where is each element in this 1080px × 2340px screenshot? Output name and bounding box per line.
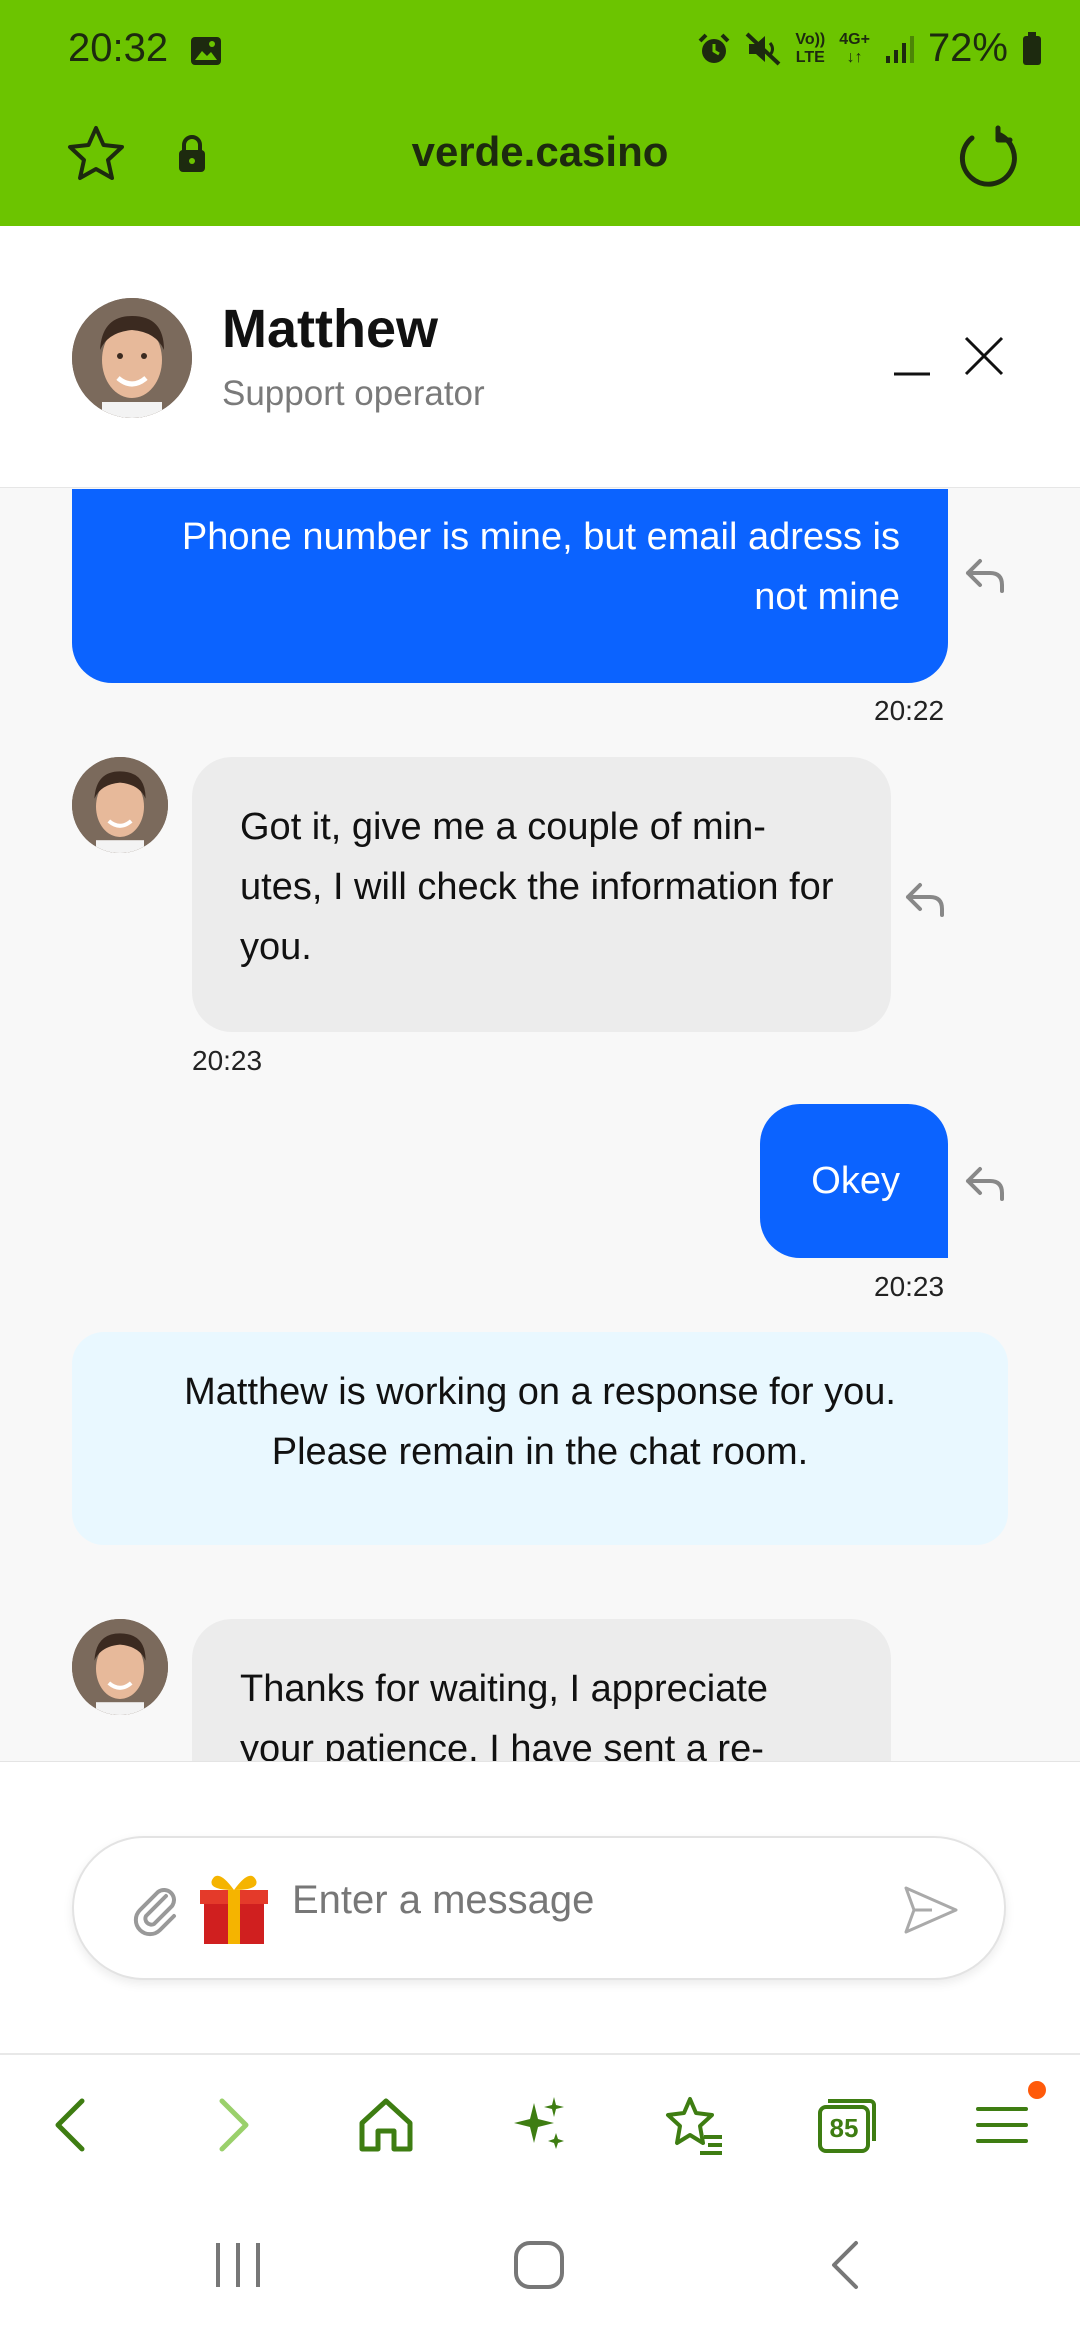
message-time: 20:23 bbox=[192, 1045, 263, 1076]
operator-photo bbox=[72, 757, 168, 853]
status-time: 20:32 bbox=[68, 26, 169, 70]
operator-message: Got it, give me a couple of min-utes, I … bbox=[192, 757, 891, 1032]
send-icon[interactable] bbox=[902, 1882, 960, 1938]
system-notice-text: Matthew is working on a response for you… bbox=[184, 1371, 896, 1473]
volte-icon: Vo)) LTE bbox=[795, 31, 825, 67]
message-composer: Enter a message bbox=[0, 1761, 1080, 2053]
forward-icon[interactable] bbox=[198, 2093, 262, 2157]
operator-avatar-small bbox=[72, 757, 168, 853]
operator-photo bbox=[72, 298, 192, 418]
user-message: Okey bbox=[760, 1104, 948, 1258]
message-time: 20:23 bbox=[874, 1271, 945, 1302]
minimize-icon[interactable] bbox=[892, 354, 932, 394]
reload-icon[interactable] bbox=[954, 124, 1018, 188]
signal-icon bbox=[885, 35, 914, 63]
reply-icon[interactable] bbox=[904, 877, 948, 921]
operator-message: Thanks for waiting, I appreciate your pa… bbox=[192, 1619, 891, 1761]
url-bar: verde.casino bbox=[0, 110, 1080, 210]
home-icon[interactable] bbox=[354, 2093, 418, 2157]
system-nav-bar bbox=[0, 2193, 1080, 2340]
attachment-icon[interactable] bbox=[128, 1882, 184, 1938]
reply-icon[interactable] bbox=[964, 1161, 1008, 1205]
reply-icon[interactable] bbox=[964, 553, 1008, 597]
home-button-icon[interactable] bbox=[512, 2237, 568, 2293]
close-icon[interactable] bbox=[962, 334, 1006, 378]
operator-avatar bbox=[72, 298, 192, 418]
chat-header: Matthew Support operator bbox=[0, 226, 1080, 488]
tabs-button[interactable]: 85 bbox=[814, 2093, 878, 2157]
tabs-count: 85 bbox=[829, 2113, 859, 2143]
operator-name: Matthew bbox=[222, 299, 438, 359]
operator-photo bbox=[72, 1619, 168, 1715]
recent-apps-icon[interactable] bbox=[210, 2237, 266, 2293]
message-placeholder[interactable]: Enter a message bbox=[292, 1878, 594, 1923]
sparkle-icon[interactable] bbox=[508, 2093, 572, 2157]
message-text: Okey bbox=[811, 1160, 900, 1202]
mute-icon bbox=[745, 32, 781, 65]
message-time: 20:22 bbox=[874, 695, 945, 726]
browser-top-bar: 20:32 Vo)) LTE 4G+ ↓↑ 72% verde.casino bbox=[0, 0, 1080, 226]
gallery-notification-icon bbox=[191, 37, 221, 65]
status-indicators: Vo)) LTE 4G+ ↓↑ 72% bbox=[697, 26, 1042, 71]
network-type-icon: 4G+ ↓↑ bbox=[839, 31, 870, 67]
battery-icon bbox=[1023, 31, 1041, 65]
system-back-icon[interactable] bbox=[820, 2237, 876, 2293]
bookmarks-icon[interactable] bbox=[662, 2093, 726, 2157]
battery-percent: 72% bbox=[927, 26, 1008, 70]
screen: 20:32 Vo)) LTE 4G+ ↓↑ 72% verde.casino M… bbox=[0, 0, 1080, 2340]
system-notice: Matthew is working on a response for you… bbox=[72, 1332, 1008, 1545]
message-text: Phone number is mine, but email adress i… bbox=[181, 516, 900, 618]
gift-icon[interactable] bbox=[198, 1868, 270, 1948]
message-input[interactable]: Enter a message bbox=[72, 1836, 1006, 1980]
notification-dot bbox=[1028, 2081, 1046, 2099]
browser-bottom-bar: 85 bbox=[0, 2053, 1080, 2193]
status-bar: 20:32 Vo)) LTE 4G+ ↓↑ 72% bbox=[0, 0, 1080, 100]
operator-avatar-small bbox=[72, 1619, 168, 1715]
data-arrows-icon: ↓↑ bbox=[846, 48, 863, 66]
alarm-icon bbox=[698, 33, 730, 63]
url-text[interactable]: verde.casino bbox=[0, 128, 1080, 176]
message-text: Thanks for waiting, I appreciate your pa… bbox=[240, 1668, 769, 1761]
operator-role: Support operator bbox=[222, 374, 485, 413]
back-icon[interactable] bbox=[42, 2093, 106, 2157]
network-type-label: 4G+ bbox=[839, 30, 870, 48]
volte-label-top: Vo)) bbox=[795, 30, 826, 48]
message-text: Got it, give me a couple of min-utes, I … bbox=[240, 806, 834, 968]
user-message: Phone number is mine, but email adress i… bbox=[72, 489, 948, 683]
menu-icon[interactable] bbox=[970, 2093, 1034, 2157]
volte-label-bottom: LTE bbox=[795, 48, 825, 66]
chat-messages[interactable]: Phone number is mine, but email adress i… bbox=[0, 489, 1080, 1761]
